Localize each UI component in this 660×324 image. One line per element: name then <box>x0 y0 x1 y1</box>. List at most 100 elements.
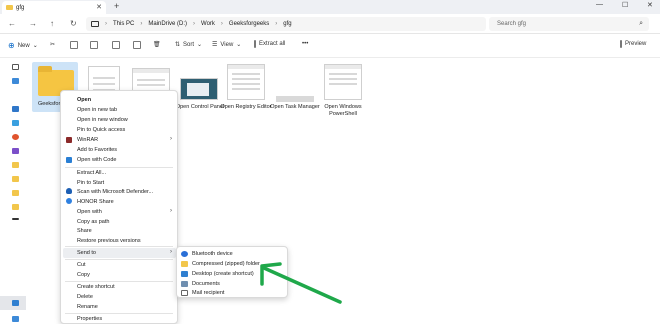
drive-icon[interactable] <box>12 218 19 220</box>
submenu-arrow-icon: › <box>170 249 172 255</box>
gallery-icon[interactable] <box>12 78 19 84</box>
menu-item-open-with-code[interactable]: Open with Code <box>77 157 116 163</box>
extract-all-label: Extract all <box>259 41 286 47</box>
menu-item-add-favorites[interactable]: Add to Favorites <box>77 147 117 153</box>
folder-icon <box>6 5 13 10</box>
documents-icon <box>181 281 188 287</box>
menu-item-extract-all[interactable]: Extract All... <box>77 170 106 176</box>
menu-item-scan-defender[interactable]: Scan with Microsoft Defender... <box>77 189 153 195</box>
rename-icon[interactable] <box>112 41 120 49</box>
copy-icon[interactable] <box>70 41 78 49</box>
file-item-name[interactable]: Open Control Panel <box>174 104 226 111</box>
sort-label: Sort <box>183 41 195 48</box>
file-explorer-window: gfg ✕ + — ☐ ✕ ← → ↑ ↻ › This PC › MainDr… <box>0 0 660 324</box>
view-button[interactable]: ☰ View ⌄ <box>212 41 241 49</box>
menu-item-rename[interactable]: Rename <box>77 304 98 310</box>
new-button[interactable]: ⊕ New ⌄ <box>8 41 38 50</box>
menu-item-honor-share[interactable]: HONOR Share <box>77 199 114 205</box>
back-button[interactable]: ← <box>8 19 16 28</box>
delete-icon[interactable]: 🗑 <box>153 41 161 48</box>
address-bar-row: ← → ↑ ↻ › This PC › MainDrive (D:) › Wor… <box>0 14 660 34</box>
sort-button[interactable]: ⇅ Sort ⌄ <box>175 41 202 49</box>
downloads-icon[interactable] <box>12 120 19 126</box>
file-item-name[interactable]: Open Windows PowerShell <box>317 104 369 118</box>
folder-icon[interactable] <box>12 176 19 182</box>
menu-item-pin-start[interactable]: Pin to Start <box>77 180 104 186</box>
breadcrumb-item[interactable]: Geeksforgeeks <box>229 21 269 27</box>
folder-icon[interactable] <box>12 162 19 168</box>
search-input[interactable]: Search gfg ⌕ <box>489 17 649 31</box>
menu-item-pin-quick-access[interactable]: Pin to Quick access <box>77 127 125 133</box>
menu-item-open-new-tab[interactable]: Open in new tab <box>77 107 117 113</box>
menu-item-copy[interactable]: Copy <box>77 272 90 278</box>
minimize-button[interactable]: — <box>596 1 603 8</box>
file-item-name[interactable]: Open Registry Editor <box>220 104 272 111</box>
registry-editor-thumbnail[interactable] <box>227 64 265 100</box>
folder-icon[interactable] <box>12 204 19 210</box>
new-tab-button[interactable]: + <box>114 1 119 11</box>
network-icon[interactable] <box>12 316 19 322</box>
file-item-name[interactable]: Open Task Manager <box>269 104 321 111</box>
menu-item-winrar[interactable]: WinRAR <box>77 137 98 143</box>
breadcrumb-item[interactable]: Work <box>201 21 215 27</box>
home-icon[interactable] <box>12 64 19 70</box>
videos-icon[interactable] <box>12 148 19 154</box>
tab-title: gfg <box>16 4 25 11</box>
submenu-item-mail-recipient[interactable]: Mail recipient <box>192 290 224 296</box>
submenu-item-bluetooth[interactable]: Bluetooth device <box>192 251 233 257</box>
extract-all-button[interactable]: Extract all <box>254 40 286 48</box>
tab-gfg[interactable]: gfg ✕ <box>2 1 106 14</box>
submenu-item-desktop-shortcut[interactable]: Desktop (create shortcut) <box>192 271 254 277</box>
menu-item-properties[interactable]: Properties <box>77 316 102 322</box>
desktop-icon[interactable] <box>12 106 19 112</box>
up-button[interactable]: ↑ <box>50 19 54 28</box>
sort-icon: ⇅ <box>175 42 181 48</box>
context-menu: Open Open in new tab Open in new window … <box>60 90 178 324</box>
breadcrumb[interactable]: › This PC › MainDrive (D:) › Work › Geek… <box>86 17 486 31</box>
submenu-arrow-icon: › <box>170 136 172 142</box>
menu-item-send-to[interactable]: Send to <box>77 250 96 256</box>
this-pc-icon <box>91 21 99 27</box>
winrar-icon <box>66 137 72 143</box>
preview-label: Preview <box>625 41 647 47</box>
menu-item-open-with[interactable]: Open with <box>77 209 102 215</box>
control-panel-thumbnail[interactable] <box>180 78 218 100</box>
folder-icon[interactable] <box>12 190 19 196</box>
preview-button[interactable]: Preview <box>620 40 647 48</box>
forward-button[interactable]: → <box>29 19 37 28</box>
submenu-arrow-icon: › <box>170 208 172 214</box>
paste-icon[interactable] <box>90 41 98 49</box>
extract-icon <box>254 40 256 48</box>
submenu-item-compressed-folder[interactable]: Compressed (zipped) folder <box>192 261 260 267</box>
preview-pane-icon <box>620 40 622 48</box>
menu-separator <box>65 313 173 314</box>
submenu-item-documents[interactable]: Documents <box>192 281 220 287</box>
menu-item-cut[interactable]: Cut <box>77 262 86 268</box>
breadcrumb-item[interactable]: MainDrive (D:) <box>148 21 187 27</box>
this-pc-icon[interactable] <box>12 300 19 306</box>
menu-item-restore-versions[interactable]: Restore previous versions <box>77 238 141 244</box>
share-icon[interactable] <box>133 41 141 49</box>
menu-item-open-new-window[interactable]: Open in new window <box>77 117 128 123</box>
more-options-button[interactable]: ••• <box>302 41 308 47</box>
breadcrumb-item[interactable]: This PC <box>113 21 134 27</box>
search-icon: ⌕ <box>639 20 643 27</box>
close-window-button[interactable]: ✕ <box>647 1 653 9</box>
mail-icon <box>181 290 188 296</box>
maximize-button[interactable]: ☐ <box>622 1 628 9</box>
menu-item-share[interactable]: Share <box>77 228 92 234</box>
music-icon[interactable] <box>12 134 19 140</box>
view-label: View <box>220 41 234 48</box>
breadcrumb-item[interactable]: gfg <box>283 21 291 27</box>
menu-item-create-shortcut[interactable]: Create shortcut <box>77 284 115 290</box>
tab-close-icon[interactable]: ✕ <box>96 3 102 11</box>
task-manager-thumbnail[interactable] <box>276 96 314 102</box>
refresh-button[interactable]: ↻ <box>70 19 77 28</box>
cut-icon[interactable]: ✂ <box>50 41 55 48</box>
menu-item-delete[interactable]: Delete <box>77 294 93 300</box>
powershell-thumbnail[interactable] <box>324 64 362 100</box>
menu-item-copy-as-path[interactable]: Copy as path <box>77 219 109 225</box>
menu-item-open[interactable]: Open <box>77 97 91 103</box>
bluetooth-icon <box>181 251 188 257</box>
view-icon: ☰ <box>212 42 218 48</box>
